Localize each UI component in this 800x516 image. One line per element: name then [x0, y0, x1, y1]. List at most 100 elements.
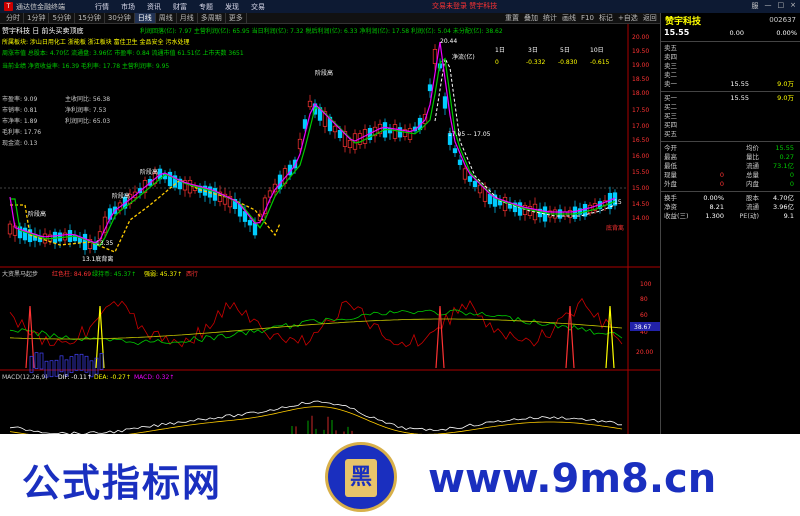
app-logo-icon: T	[4, 2, 13, 11]
period-tab[interactable]: 分时	[3, 13, 24, 23]
bid-row-cell: 买五	[664, 130, 677, 138]
stat-row: 最高 量比 0.27	[661, 153, 800, 162]
bid-row-cell	[704, 103, 749, 112]
stock-name: 赞宇科技	[665, 16, 702, 27]
ask-row: 卖三	[661, 62, 800, 71]
menu-item-topics[interactable]: 专题	[199, 2, 213, 12]
stat-row-cell: 内盘	[746, 180, 759, 188]
perf-line: 当前业绩 净资收益率: 16.39 毛利率: 17.78 主营利润率: 9.95	[2, 62, 169, 70]
f10-button[interactable]: F10	[581, 13, 594, 24]
bid-row-cell: 买一	[664, 94, 677, 102]
candle-body	[587, 204, 593, 214]
period-tab[interactable]: 5分钟	[49, 13, 75, 23]
pb-ratio: 市净率: 1.89	[2, 117, 37, 125]
period-tab[interactable]: 15分钟	[75, 13, 105, 23]
menu-item-market[interactable]: 行情	[95, 2, 109, 12]
bid-row-cell: 买三	[664, 112, 677, 120]
candle-body	[502, 196, 508, 212]
candle-body	[397, 127, 403, 138]
peak-price: 20.44	[440, 38, 457, 45]
period-tab[interactable]: 月线	[177, 13, 198, 23]
stat2-row-cell: 9.1	[783, 212, 794, 220]
ask-row-cell	[749, 53, 794, 62]
stat-row-cell: 现量	[664, 171, 677, 179]
watermark-banner: 公式指标网 黑 www.9m8.cn	[0, 434, 800, 516]
banner-left-text: 公式指标网	[22, 461, 223, 505]
ps-ratio: 市销率: 0.81	[2, 106, 37, 114]
kline-chart-area[interactable]: 赞宇科技 日 前头买卖顶底 利润回落(亿): 7.97 主营利润(亿): 65.…	[0, 24, 660, 458]
candle-body	[347, 139, 353, 149]
service-button[interactable]: 服	[752, 1, 759, 11]
ask-row: 卖五	[661, 44, 800, 53]
period-tab-active[interactable]: 日线	[134, 13, 156, 23]
ind2-dif: DIF: -0.11↑	[58, 374, 92, 381]
stat-row-cell	[692, 144, 724, 153]
candle-body	[517, 202, 523, 216]
window-controls: 服 — □ ×	[752, 1, 797, 11]
ind2-dea: DEA: -0.27↑	[94, 374, 131, 381]
ask-row-cell: 9.0万	[777, 80, 794, 88]
back-button[interactable]: 返回	[643, 13, 657, 24]
stat2-row-cell: 3.96亿	[773, 203, 794, 211]
bid-row: 买一 15.55 9.0万	[661, 94, 800, 103]
reset-button[interactable]: 重置	[505, 13, 519, 24]
close-button[interactable]: ×	[790, 1, 796, 11]
stat-row-cell: 最高	[664, 153, 677, 161]
stats-button[interactable]: 统计	[543, 13, 557, 24]
stat2-row-cell: 流通	[746, 203, 759, 211]
period-tab[interactable]: 多周期	[198, 13, 226, 23]
period-tab[interactable]: 1分钟	[24, 13, 50, 23]
bid-row-cell	[749, 130, 794, 139]
bid-row-cell	[704, 121, 749, 130]
ask-row-cell	[749, 44, 794, 53]
profit-yoy: 利润同比: 65.03	[65, 117, 110, 125]
chart-tools: 重置 叠加 统计 画线 F10 标记 +自选 返回	[505, 13, 657, 24]
ind1-item: 强弱: 45.37↑	[144, 271, 182, 278]
overlay-button[interactable]: 叠加	[524, 13, 538, 24]
stat-row-cell: 总量	[746, 171, 759, 179]
svg-text:18.00: 18.00	[632, 90, 649, 97]
candle-body	[7, 223, 13, 235]
menu-item-discover[interactable]: 发现	[225, 2, 239, 12]
maximize-button[interactable]: □	[778, 1, 785, 11]
period-tab[interactable]: 周线	[156, 13, 177, 23]
stat2-row-cell: 1.300	[705, 212, 724, 220]
ask-row-cell: 15.55	[730, 80, 749, 88]
candle-body	[467, 176, 473, 182]
period-tab[interactable]: 30分钟	[105, 13, 135, 23]
stat2-row-cell: 0.00%	[703, 194, 724, 202]
ind1-item: 西行	[186, 270, 198, 278]
menu-item-news[interactable]: 资讯	[147, 2, 161, 12]
draw-button[interactable]: 画线	[562, 13, 576, 24]
menu-item-trade[interactable]: 交易	[251, 2, 265, 12]
netflow-v1: 0	[495, 59, 499, 66]
netflow-v5: -0.830	[558, 59, 578, 66]
add-watchlist-button[interactable]: +自选	[618, 13, 638, 24]
ask-row-cell: 卖一	[664, 80, 677, 88]
bid-row-cell	[749, 112, 794, 121]
period-tab[interactable]: 更多	[226, 13, 247, 23]
mark-button[interactable]: 标记	[599, 13, 613, 24]
menu-item-markets[interactable]: 市场	[121, 2, 135, 12]
top-indicators: 利润回落(亿): 7.97 主营利润(亿): 65.95 当日利润(亿): 7.…	[140, 27, 503, 35]
annotation-bottom-divergence: 13.1底背离	[82, 255, 113, 263]
minimize-button[interactable]: —	[765, 1, 772, 11]
stat2-row: 收益(三) 1.300 PE(动) 9.1	[661, 212, 800, 221]
price-row: 15.55 0.00 0.00%	[661, 27, 800, 39]
candle-body	[332, 125, 338, 133]
netflow-h1: 1日	[495, 47, 505, 54]
banner-logo-glyph: 黑	[345, 459, 377, 497]
stat2-row-cell: 换手	[664, 194, 677, 202]
current-price: 15.55	[664, 28, 690, 37]
pe-ratio: 市盈率: 9.09	[2, 95, 37, 103]
candle-body	[457, 159, 463, 166]
stock-code: 002637	[769, 16, 796, 24]
stat2-row-cell: 净资	[664, 203, 677, 211]
menu-item-wealth[interactable]: 财富	[173, 2, 187, 12]
candle-body	[452, 148, 458, 154]
candle-body	[572, 206, 578, 219]
svg-text:19.00: 19.00	[632, 62, 649, 69]
share-line: 周涨市值 总股本: 4.70亿 流通盘: 3.96亿 市盈率: 0.84 流通市…	[2, 49, 244, 57]
login-status[interactable]: 交易未登录 赞宇科技	[432, 1, 497, 11]
ask-row-cell	[704, 44, 749, 53]
